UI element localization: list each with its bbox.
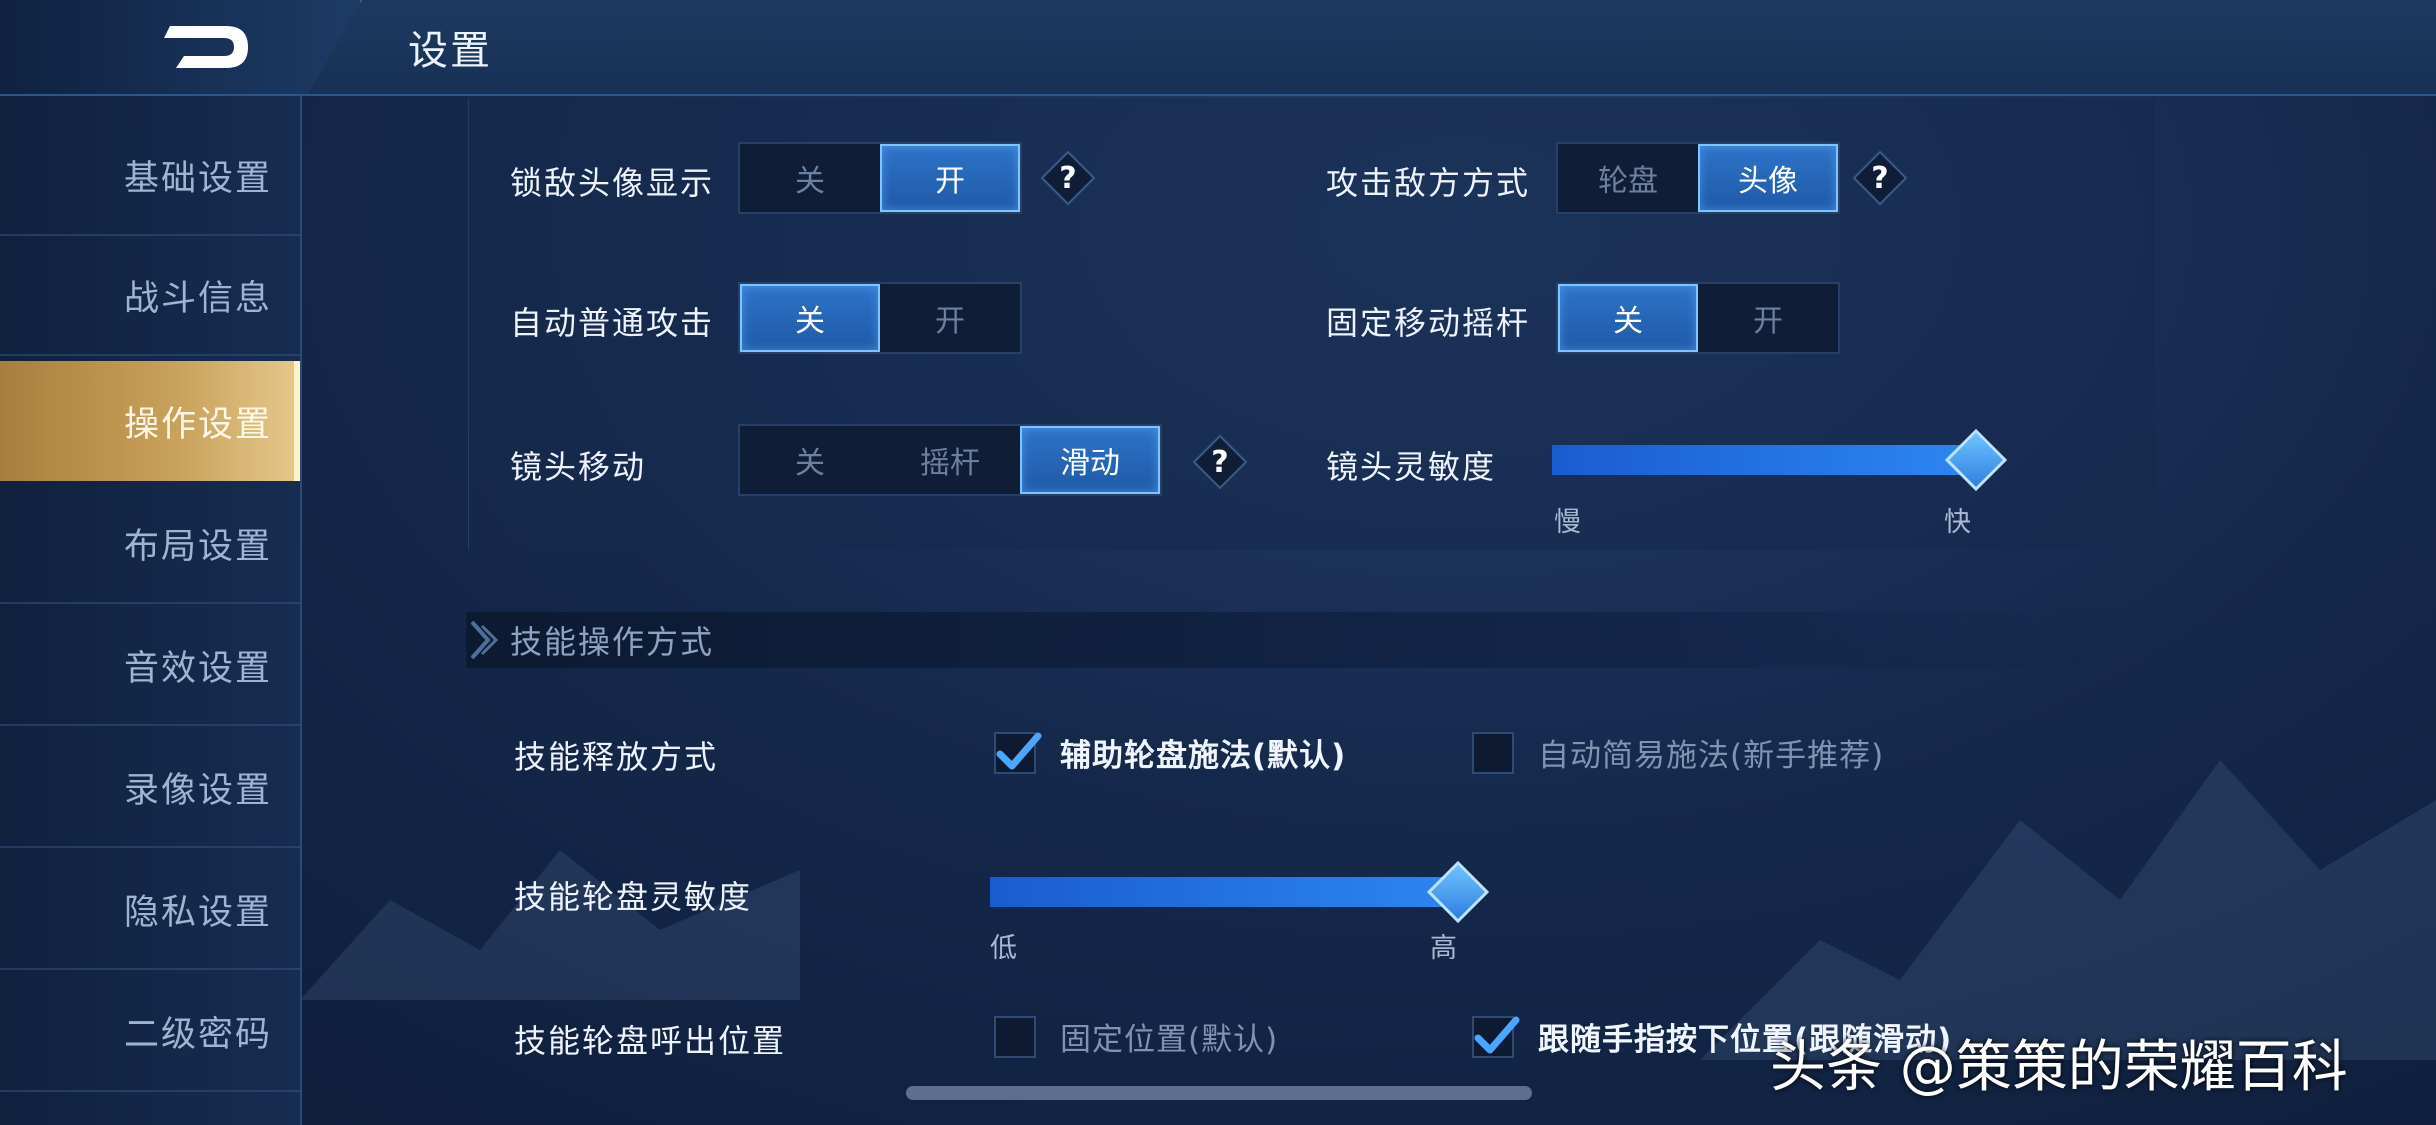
lock-enemy-avatar-toggle: 关 开 — [738, 142, 1022, 214]
wheel-sensitivity-label: 技能轮盘灵敏度 — [514, 878, 753, 916]
back-arrow-icon — [164, 26, 248, 68]
question-diamond-icon[interactable]: ? — [1192, 434, 1248, 490]
svg-text:?: ? — [1211, 445, 1228, 480]
auto-attack-toggle: 关 开 — [738, 282, 1022, 354]
assist-wheel-checkbox[interactable] — [994, 732, 1042, 774]
sidebar-item-replay[interactable]: 录像设置 — [0, 728, 300, 848]
sidebar-item-basic[interactable]: 基础设置 — [0, 116, 300, 236]
question-diamond-icon[interactable]: ? — [1852, 150, 1908, 206]
sidebar-item-controls[interactable]: 操作设置 — [0, 361, 300, 481]
back-button[interactable] — [160, 18, 256, 76]
chevron-right-icon — [470, 620, 499, 660]
fixed-joystick-on[interactable]: 开 — [1698, 284, 1838, 352]
checkmark-icon — [1474, 1016, 1520, 1054]
auto-attack-on[interactable]: 开 — [880, 284, 1020, 352]
fixed-joystick-toggle: 关 开 — [1556, 282, 1840, 354]
top-bar: 设置 — [0, 0, 2436, 96]
sidebar-divider — [300, 96, 302, 1125]
camera-move-toggle: 关 摇杆 滑动 — [738, 424, 1162, 496]
camera-sensitivity-slider[interactable] — [1552, 445, 1972, 475]
page-title: 设置 — [408, 28, 492, 74]
lock-enemy-avatar-label: 锁敌头像显示 — [510, 164, 715, 202]
camera-sensitivity-max: 快 — [1944, 507, 1971, 538]
follow-finger-checkbox[interactable] — [1472, 1016, 1520, 1058]
section-title: 技能操作方式 — [510, 623, 715, 661]
question-diamond-icon[interactable]: ? — [1040, 150, 1096, 206]
sidebar-item-privacy[interactable]: 隐私设置 — [0, 850, 300, 970]
sidebar-item-secondary-password[interactable]: 二级密码 — [0, 972, 300, 1092]
attack-mode-toggle: 轮盘 头像 — [1556, 142, 1840, 214]
section-header-bar — [466, 612, 2166, 668]
sidebar-item-sound[interactable]: 音效设置 — [0, 606, 300, 726]
fixed-position-label: 固定位置(默认) — [1060, 1022, 1279, 1058]
attack-mode-avatar[interactable]: 头像 — [1698, 144, 1838, 212]
camera-move-label: 镜头移动 — [510, 448, 647, 486]
wheel-sensitivity-slider[interactable] — [990, 877, 1460, 907]
watermark-text: 头条 @策策的荣耀百科 — [1770, 1035, 2348, 1100]
camera-move-off[interactable]: 关 — [740, 426, 880, 494]
auto-attack-label: 自动普通攻击 — [510, 304, 715, 342]
home-indicator[interactable] — [906, 1086, 1532, 1100]
svg-text:?: ? — [1059, 161, 1076, 196]
wheel-sensitivity-min: 低 — [990, 933, 1017, 964]
checkmark-icon — [996, 732, 1042, 770]
sidebar-item-layout[interactable]: 布局设置 — [0, 484, 300, 604]
wheel-sensitivity-max: 高 — [1430, 933, 1457, 964]
attack-mode-wheel[interactable]: 轮盘 — [1558, 144, 1698, 212]
assist-wheel-label: 辅助轮盘施法(默认) — [1060, 738, 1347, 774]
svg-text:?: ? — [1871, 161, 1888, 196]
camera-move-swipe[interactable]: 滑动 — [1020, 426, 1160, 494]
wheel-position-label: 技能轮盘呼出位置 — [514, 1022, 787, 1060]
auto-attack-off[interactable]: 关 — [740, 284, 880, 352]
camera-sensitivity-min: 慢 — [1554, 507, 1581, 538]
sidebar: 基础设置 战斗信息 操作设置 布局设置 音效设置 录像设置 隐私设置 二级密码 — [0, 96, 300, 1125]
sidebar-item-battle-info[interactable]: 战斗信息 — [0, 236, 300, 356]
attack-mode-label: 攻击敌方方式 — [1326, 164, 1531, 202]
auto-simple-cast-checkbox[interactable] — [1472, 732, 1514, 774]
auto-simple-cast-label: 自动简易施法(新手推荐) — [1538, 738, 1885, 774]
fixed-position-checkbox[interactable] — [994, 1016, 1036, 1058]
fixed-joystick-off[interactable]: 关 — [1558, 284, 1698, 352]
skill-release-mode-label: 技能释放方式 — [514, 738, 719, 776]
background-mountain-art — [1700, 760, 2436, 1060]
fixed-joystick-label: 固定移动摇杆 — [1326, 304, 1531, 342]
camera-move-joystick[interactable]: 摇杆 — [880, 426, 1020, 494]
lock-enemy-avatar-off[interactable]: 关 — [740, 144, 880, 212]
camera-sensitivity-label: 镜头灵敏度 — [1326, 448, 1497, 486]
lock-enemy-avatar-on[interactable]: 开 — [880, 144, 1020, 212]
wheel-sensitivity-knob[interactable] — [1426, 860, 1490, 924]
